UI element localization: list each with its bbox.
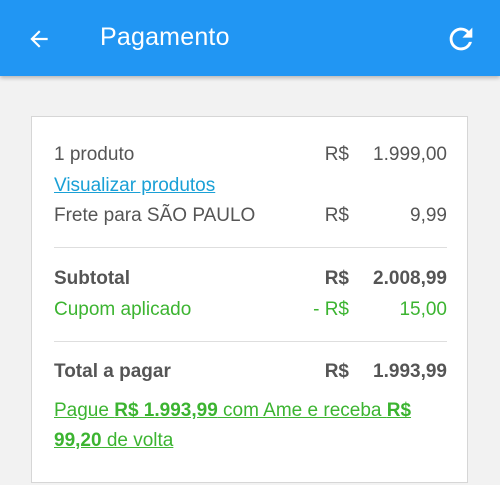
refresh-button[interactable] [442, 20, 480, 58]
view-products-link[interactable]: Visualizar produtos [54, 173, 215, 199]
product-currency: R$ [324, 144, 349, 165]
back-button[interactable] [22, 22, 56, 56]
shipping-currency: R$ [324, 205, 349, 226]
divider [54, 247, 447, 248]
total-label: Total a pagar [54, 361, 171, 382]
payment-summary-card: 1 produto R$ 1.999,00 Visualizar produto… [31, 116, 468, 483]
coupon-label: Cupom aplicado [54, 299, 192, 320]
coupon-row: Cupom aplicado - R$ 15,00 [54, 297, 447, 323]
app-bar: Pagamento [0, 0, 500, 76]
subtotal-row: Subtotal R$ 2.008,99 [54, 266, 447, 292]
subtotal-label: Subtotal [54, 268, 130, 289]
subtotal-currency: R$ [324, 268, 349, 289]
page-title: Pagamento [100, 23, 230, 51]
coupon-currency: - R$ [313, 299, 349, 320]
promo-text: de volta [101, 430, 174, 451]
product-amount: 1.999,00 [373, 144, 447, 165]
product-count-label: 1 produto [54, 144, 135, 165]
subtotal-amount: 2.008,99 [373, 268, 447, 289]
product-row: 1 produto R$ 1.999,00 [54, 142, 447, 168]
shipping-label: Frete para SÃO PAULO [54, 205, 256, 226]
arrow-left-icon [30, 30, 48, 48]
divider [54, 341, 447, 342]
shipping-row: Frete para SÃO PAULO R$ 9,99 [54, 203, 447, 229]
shipping-amount: 9,99 [410, 205, 447, 226]
ame-cashback-link[interactable]: Pague R$ 1.993,99 com Ame e receba R$ 99… [54, 396, 449, 456]
total-amount: 1.993,99 [373, 361, 447, 382]
total-currency: R$ [324, 361, 349, 382]
refresh-icon [449, 27, 473, 51]
coupon-amount: 15,00 [399, 299, 447, 320]
total-row: Total a pagar R$ 1.993,99 [54, 359, 447, 385]
promo-pay-amount: R$ 1.993,99 [114, 400, 218, 421]
promo-text: Pague [54, 400, 115, 421]
promo-text: com Ame e receba [217, 400, 387, 421]
